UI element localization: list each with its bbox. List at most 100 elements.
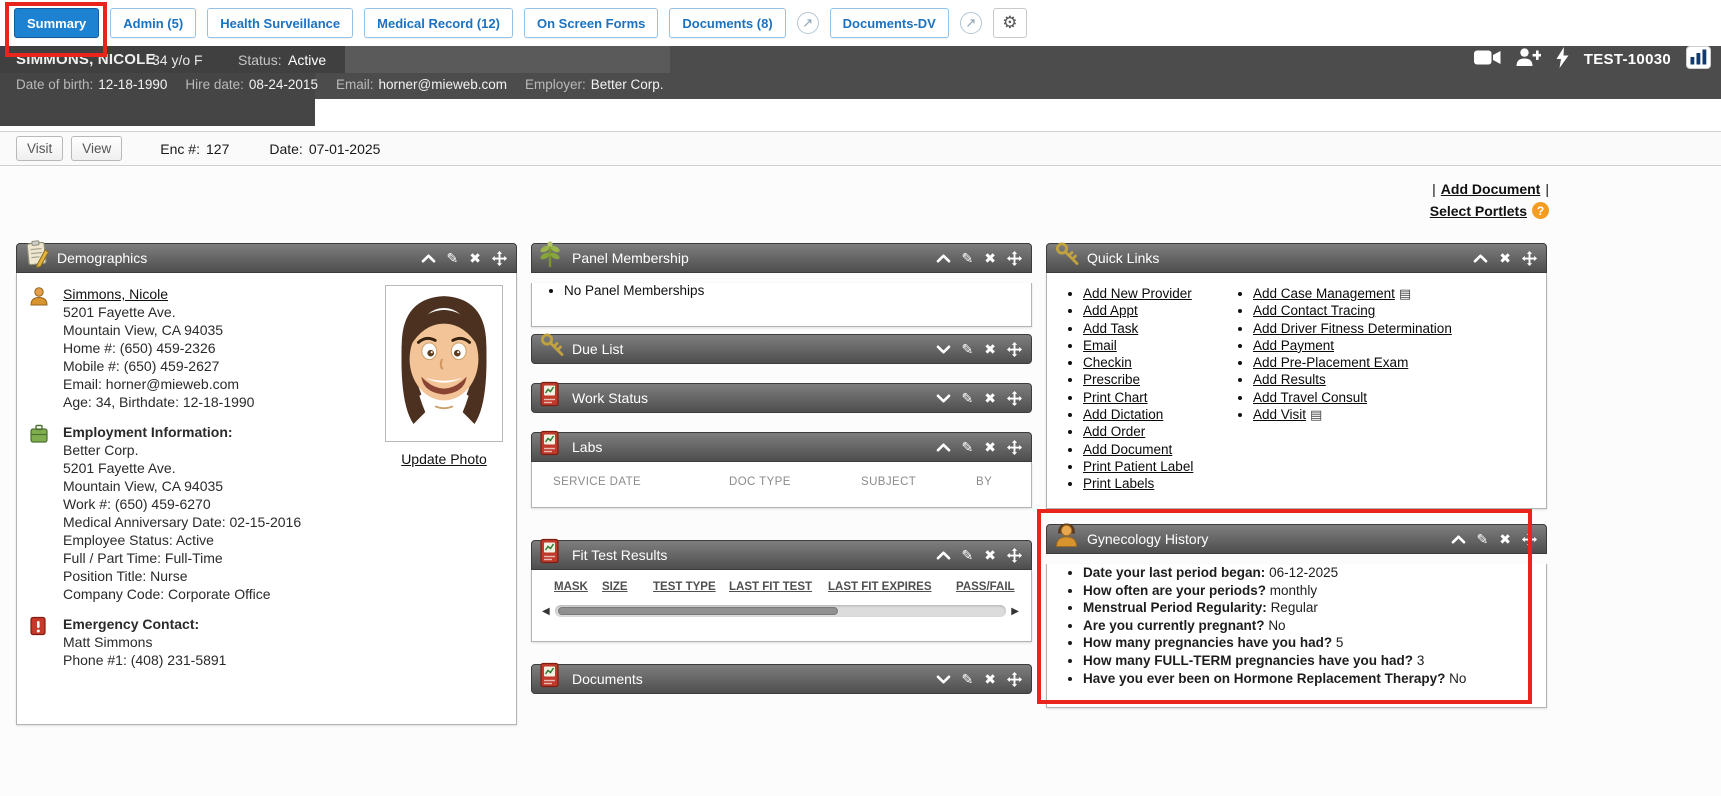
close-icon[interactable]: ✖ <box>984 342 996 356</box>
tab-admin[interactable]: Admin (5) <box>110 8 196 38</box>
tab-documents[interactable]: Documents (8) <box>669 8 785 38</box>
quick-link[interactable]: Add Case Management <box>1253 286 1395 301</box>
quick-link[interactable]: Add New Provider <box>1083 286 1192 301</box>
move-icon[interactable] <box>1522 532 1537 547</box>
collapse-icon[interactable] <box>1473 254 1488 263</box>
fit-test-hscrollbar[interactable]: ◀ ▶ <box>542 605 1019 617</box>
labs-header[interactable]: Labs ✎ ✖ <box>531 432 1032 462</box>
quick-link[interactable]: Print Chart <box>1083 390 1148 405</box>
quick-link[interactable]: Print Labels <box>1083 476 1154 491</box>
close-icon[interactable]: ✖ <box>984 251 996 265</box>
move-icon[interactable] <box>1007 391 1022 406</box>
close-icon[interactable]: ✖ <box>984 440 996 454</box>
tab-settings-button[interactable]: ⚙ <box>993 8 1027 38</box>
scroll-left-icon[interactable]: ◀ <box>542 606 550 617</box>
move-icon[interactable] <box>1007 672 1022 687</box>
column-header-link[interactable]: SIZE <box>602 581 653 593</box>
move-icon[interactable] <box>1007 440 1022 455</box>
edit-icon[interactable]: ✎ <box>1477 532 1489 546</box>
quick-link[interactable]: Checkin <box>1083 355 1132 370</box>
patient-name-link[interactable]: Simmons, Nicole <box>63 286 168 302</box>
edit-icon[interactable]: ✎ <box>962 672 974 686</box>
quick-link[interactable]: Add Payment <box>1253 338 1334 353</box>
panel-membership-header[interactable]: Panel Membership ✎ ✖ <box>531 243 1032 273</box>
add-user-icon[interactable] <box>1516 48 1541 71</box>
gynecology-history-header[interactable]: Gynecology History ✎ ✖ <box>1046 524 1547 554</box>
view-button[interactable]: View <box>71 136 122 161</box>
documents-header[interactable]: Documents ✎ ✖ <box>531 664 1032 694</box>
move-icon[interactable] <box>1007 251 1022 266</box>
column-header-link[interactable]: MASK <box>554 581 602 593</box>
scrollbar-thumb[interactable] <box>558 607 838 615</box>
collapse-icon[interactable] <box>1451 535 1466 544</box>
tab-summary[interactable]: Summary <box>14 8 99 38</box>
tab-health-surveillance[interactable]: Health Surveillance <box>207 8 353 38</box>
close-icon[interactable]: ✖ <box>1499 251 1511 265</box>
tab-medical-record[interactable]: Medical Record (12) <box>364 8 513 38</box>
collapse-icon[interactable] <box>936 443 951 452</box>
quick-link[interactable]: Email <box>1083 338 1117 353</box>
expand-icon[interactable] <box>936 345 951 354</box>
quick-link[interactable]: Add Appt <box>1083 303 1138 318</box>
edit-icon[interactable]: ✎ <box>962 342 974 356</box>
demographics-line: Age: 34, Birthdate: 12-18-1990 <box>63 393 254 411</box>
lightning-bolt-icon[interactable] <box>1556 47 1569 73</box>
quick-link[interactable]: Add Task <box>1083 321 1138 336</box>
column-header-link[interactable]: LAST FIT TEST <box>729 581 828 593</box>
quick-links-header[interactable]: Quick Links ✖ <box>1046 243 1547 273</box>
collapse-icon[interactable] <box>936 254 951 263</box>
scroll-right-icon[interactable]: ▶ <box>1011 606 1019 617</box>
update-photo-link[interactable]: Update Photo <box>401 451 487 467</box>
quick-link[interactable]: Add Travel Consult <box>1253 390 1367 405</box>
close-icon[interactable]: ✖ <box>469 251 481 265</box>
quick-link[interactable]: Print Patient Label <box>1083 459 1193 474</box>
expand-icon[interactable] <box>936 394 951 403</box>
close-icon[interactable]: ✖ <box>984 391 996 405</box>
tab-label: Documents (8) <box>682 16 772 31</box>
move-icon[interactable] <box>492 251 507 266</box>
demographics-body: Simmons, Nicole 5201 Fayette Ave. Mounta… <box>16 273 517 725</box>
tab-documents-dv[interactable]: Documents-DV <box>830 8 949 38</box>
quick-link[interactable]: Add Driver Fitness Determination <box>1253 321 1452 336</box>
edit-icon[interactable]: ✎ <box>962 251 974 265</box>
quick-link[interactable]: Prescribe <box>1083 372 1140 387</box>
column-header-link[interactable]: LAST FIT EXPIRES <box>828 581 956 593</box>
quick-link[interactable]: Add Pre-Placement Exam <box>1253 355 1408 370</box>
move-icon[interactable] <box>1007 342 1022 357</box>
scrollbar-track[interactable] <box>555 605 1007 617</box>
edit-icon[interactable]: ✎ <box>962 548 974 562</box>
add-document-link[interactable]: Add Document <box>1441 181 1541 197</box>
column-header-link[interactable]: PASS/FAIL <box>956 581 1015 593</box>
help-icon[interactable]: ? <box>1532 202 1549 219</box>
select-portlets-link[interactable]: Select Portlets <box>1430 203 1527 219</box>
quick-link[interactable]: Add Order <box>1083 424 1145 439</box>
demographics-portlet-header[interactable]: Demographics ✎ ✖ <box>16 243 517 273</box>
quick-link[interactable]: Add Contact Tracing <box>1253 303 1375 318</box>
tab-on-screen-forms[interactable]: On Screen Forms <box>524 8 658 38</box>
move-icon[interactable] <box>1007 548 1022 563</box>
close-icon[interactable]: ✖ <box>984 548 996 562</box>
quick-link[interactable]: Add Document <box>1083 442 1172 457</box>
video-camera-icon[interactable] <box>1474 49 1501 71</box>
due-list-header[interactable]: Due List ✎ ✖ <box>531 334 1032 364</box>
quick-link[interactable]: Add Dictation <box>1083 407 1163 422</box>
summary-content: | Add Document | Select Portlets ? Demog… <box>0 167 1721 796</box>
fit-test-header[interactable]: Fit Test Results ✎ ✖ <box>531 540 1032 570</box>
quick-link[interactable]: Add Visit <box>1253 407 1306 422</box>
work-status-header[interactable]: Work Status ✎ ✖ <box>531 383 1032 413</box>
close-icon[interactable]: ✖ <box>1499 532 1511 546</box>
edit-icon[interactable]: ✎ <box>962 440 974 454</box>
close-icon[interactable]: ✖ <box>984 672 996 686</box>
edit-icon[interactable]: ✎ <box>962 391 974 405</box>
popout-documents-icon[interactable]: ↗ <box>797 12 819 34</box>
edit-icon[interactable]: ✎ <box>447 251 459 265</box>
visit-button[interactable]: Visit <box>16 136 63 161</box>
popout-documents-dv-icon[interactable]: ↗ <box>960 12 982 34</box>
collapse-icon[interactable] <box>421 254 436 263</box>
column-header-link[interactable]: TEST TYPE <box>653 581 729 593</box>
collapse-icon[interactable] <box>936 551 951 560</box>
move-icon[interactable] <box>1522 251 1537 266</box>
expand-icon[interactable] <box>936 675 951 684</box>
flowsheet-chart-icon[interactable] <box>1686 46 1711 74</box>
quick-link[interactable]: Add Results <box>1253 372 1326 387</box>
